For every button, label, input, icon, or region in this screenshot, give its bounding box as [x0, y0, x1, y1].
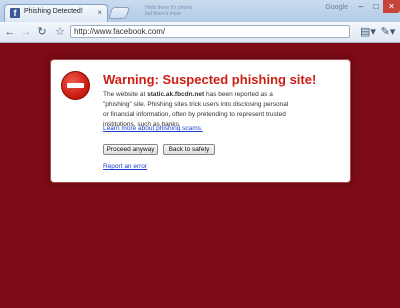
address-bar-url: http://www.facebook.com/: [74, 27, 166, 36]
stop-sign-icon: [61, 71, 90, 100]
window-close-icon[interactable]: ✕: [383, 0, 400, 13]
tab-close-icon[interactable]: ×: [97, 8, 102, 18]
report-error-link[interactable]: Report an error: [103, 163, 147, 170]
phishing-warning-card: Warning: Suspected phishing site! The we…: [50, 59, 351, 183]
back-to-safety-button[interactable]: Back to safety: [163, 144, 215, 155]
warning-description-prefix: The website at: [103, 91, 148, 98]
back-arrow-icon[interactable]: ←: [3, 25, 17, 39]
brand-label: Google: [325, 4, 348, 11]
reload-icon[interactable]: ↻: [35, 25, 49, 39]
tab-strip-ghost-text-2: but there's more: [145, 11, 181, 17]
page-menu-icon[interactable]: ▤▾: [360, 25, 376, 39]
warning-heading: Warning: Suspected phishing site!: [103, 72, 317, 87]
tab-strip: f Phishing Detected! × Hello there it's …: [0, 0, 400, 23]
phishing-site-name: static.ak.fbcdn.net: [147, 91, 205, 98]
forward-arrow-icon[interactable]: →: [19, 25, 33, 39]
wrench-menu-icon[interactable]: ✎▾: [380, 25, 396, 39]
bookmark-star-icon[interactable]: ☆: [53, 25, 67, 39]
learn-more-link[interactable]: Learn more about phishing scams.: [103, 125, 203, 132]
minimize-icon[interactable]: –: [354, 0, 368, 13]
proceed-anyway-button[interactable]: Proceed anyway: [103, 144, 158, 155]
tab-phishing-detected[interactable]: f Phishing Detected! ×: [4, 4, 108, 22]
maximize-icon[interactable]: □: [369, 0, 383, 13]
browser-window: f Phishing Detected! × Hello there it's …: [0, 0, 400, 308]
warning-description: The website at static.ak.fbcdn.net has b…: [103, 90, 293, 130]
tab-title: Phishing Detected!: [24, 8, 83, 15]
address-bar[interactable]: http://www.facebook.com/: [70, 25, 350, 38]
facebook-favicon-icon: f: [10, 8, 20, 18]
new-tab-button[interactable]: [107, 7, 131, 19]
browser-toolbar: ← → ↻ ☆ http://www.facebook.com/ ▤▾ ✎▾: [0, 22, 400, 43]
